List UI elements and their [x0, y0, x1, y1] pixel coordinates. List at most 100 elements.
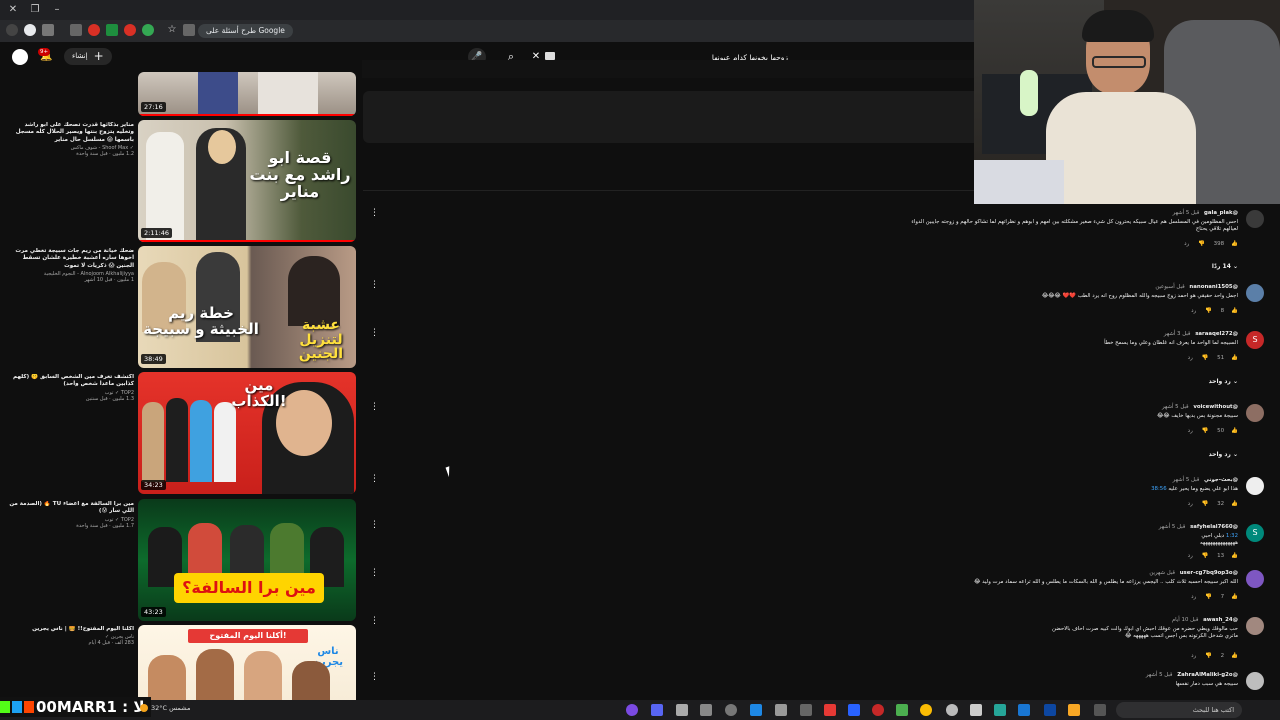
- avatar[interactable]: [1246, 570, 1264, 588]
- thumbs-up-icon[interactable]: 👍: [1231, 501, 1238, 507]
- thumbs-down-icon[interactable]: 👎: [1202, 553, 1209, 559]
- comment-author[interactable]: @user-cg7bq9op3o: [1180, 570, 1238, 576]
- reply-button[interactable]: رد: [1188, 428, 1193, 434]
- comment-author[interactable]: @ZahraAlMaliki-g2o: [1177, 672, 1238, 678]
- thumbs-down-icon[interactable]: 👎: [1205, 594, 1212, 600]
- video-info[interactable]: اكتشف تعرف مين الشخص السابق 🤫 (كلهم كذاب…: [6, 374, 134, 402]
- view-replies-button[interactable]: ⌄ رد واحد: [1209, 451, 1238, 458]
- weather-widget[interactable]: 32°C مشمس: [140, 704, 190, 712]
- close-window-icon[interactable]: ✕: [6, 3, 20, 17]
- thumbs-down-icon[interactable]: 👎: [1202, 428, 1209, 434]
- task-view-icon[interactable]: [1094, 704, 1106, 716]
- comment-author[interactable]: @بحث-جوني: [1204, 477, 1238, 483]
- app-icon[interactable]: [626, 704, 638, 716]
- extension-icon[interactable]: [42, 24, 54, 36]
- comment-author[interactable]: @voicewithout: [1193, 404, 1238, 410]
- more-vertical-icon[interactable]: ⋮: [370, 568, 379, 578]
- avatar[interactable]: [1246, 617, 1264, 635]
- star-bookmark-icon[interactable]: ☆: [166, 24, 178, 36]
- video-thumbnail[interactable]: 27:16: [138, 72, 356, 116]
- video-info[interactable]: أكلنا اليوم المفتوح!! 🍔 | ناس يجرين ناس …: [6, 626, 134, 646]
- file-explorer-icon[interactable]: [1068, 704, 1080, 716]
- minimize-window-icon[interactable]: –: [50, 3, 64, 17]
- more-vertical-icon[interactable]: ⋮: [370, 402, 379, 412]
- video-info[interactable]: مناير بذكائها قدرت تصحك على ابو راشد وتخ…: [6, 122, 134, 157]
- view-replies-button[interactable]: ⌄ رد واحد: [1209, 378, 1238, 385]
- timestamp-link[interactable]: 1:32: [1226, 533, 1238, 539]
- comment-author[interactable]: @safyhelal7660: [1190, 524, 1238, 530]
- video-thumbnail[interactable]: قصة ابو راشد مع بنت مناير 2:11:46: [138, 120, 356, 242]
- profile-icon[interactable]: [6, 24, 18, 36]
- reply-button[interactable]: رد: [1184, 241, 1189, 247]
- video-description-box[interactable]: [363, 91, 974, 143]
- reply-button[interactable]: رد: [1188, 553, 1193, 559]
- thumbs-up-icon[interactable]: 👍: [1231, 241, 1238, 247]
- avatar[interactable]: S: [1246, 524, 1264, 542]
- thumbs-up-icon[interactable]: 👍: [1231, 428, 1238, 434]
- account-avatar[interactable]: [12, 49, 28, 65]
- more-vertical-icon[interactable]: ⋮: [370, 328, 379, 338]
- thumbs-up-icon[interactable]: 👍: [1231, 553, 1238, 559]
- app-icon[interactable]: [775, 704, 787, 716]
- comment-author[interactable]: @awash_24: [1203, 617, 1238, 623]
- thumbs-up-icon[interactable]: 👍: [1231, 355, 1238, 361]
- extension-icon[interactable]: [142, 24, 154, 36]
- comment-author[interactable]: @saraaqel272: [1195, 331, 1238, 337]
- menu-icon[interactable]: [24, 24, 36, 36]
- reply-button[interactable]: رد: [1188, 355, 1193, 361]
- more-vertical-icon[interactable]: ⋮: [370, 208, 379, 218]
- restore-window-icon[interactable]: ❐: [28, 3, 42, 17]
- extension-icon[interactable]: [70, 24, 82, 36]
- video-thumbnail[interactable]: أكلنا اليوم المفتوح! ناس يجرين: [138, 625, 356, 700]
- taskbar-search-input[interactable]: اكتب هنا للبحث: [1116, 702, 1242, 718]
- reply-button[interactable]: رد: [1191, 653, 1196, 659]
- app-icon[interactable]: [676, 704, 688, 716]
- app-icon[interactable]: [1018, 704, 1030, 716]
- more-vertical-icon[interactable]: ⋮: [370, 520, 379, 530]
- youtube-extension-icon[interactable]: [88, 24, 100, 36]
- video-thumbnail[interactable]: مين برا السالفة؟ 43:23: [138, 499, 356, 621]
- app-icon[interactable]: [946, 704, 958, 716]
- app-icon[interactable]: [651, 704, 663, 716]
- record-extension-icon[interactable]: [124, 24, 136, 36]
- avatar[interactable]: [1246, 210, 1264, 228]
- video-thumbnail[interactable]: خطة ريم الخبيثة و سبيجة عشبة لتنزيل الجن…: [138, 246, 356, 368]
- reply-button[interactable]: رد: [1191, 594, 1196, 600]
- app-icon[interactable]: [994, 704, 1006, 716]
- thumbs-down-icon[interactable]: 👎: [1202, 501, 1209, 507]
- more-vertical-icon[interactable]: ⋮: [370, 474, 379, 484]
- thumbs-down-icon[interactable]: 👎: [1205, 653, 1212, 659]
- avatar[interactable]: S: [1246, 331, 1264, 349]
- thumbs-up-icon[interactable]: 👍: [1231, 653, 1238, 659]
- app-icon[interactable]: [896, 704, 908, 716]
- app-icon[interactable]: [700, 704, 712, 716]
- ask-google-chip[interactable]: طرح أسئلة على Google: [198, 24, 293, 38]
- more-vertical-icon[interactable]: ⋮: [370, 280, 379, 290]
- app-icon[interactable]: [824, 704, 836, 716]
- view-replies-button[interactable]: ⌄ 14 ردًا: [1212, 263, 1238, 270]
- keyboard-icon[interactable]: [545, 52, 555, 60]
- comment-author[interactable]: @gala_plak: [1204, 210, 1238, 216]
- reply-button[interactable]: رد: [1191, 308, 1196, 314]
- video-info[interactable]: ضحك خيانة من ريم جات سبيجة تعطي مرت اخوه…: [6, 248, 134, 283]
- app-icon[interactable]: [750, 704, 762, 716]
- thumbs-down-icon[interactable]: 👎: [1205, 308, 1212, 314]
- avatar[interactable]: [1246, 284, 1264, 302]
- app-icon[interactable]: [1044, 704, 1056, 716]
- avatar[interactable]: [1246, 404, 1264, 422]
- create-button[interactable]: إنشاء +: [64, 48, 112, 65]
- reply-button[interactable]: رد: [1188, 501, 1193, 507]
- video-thumbnail[interactable]: مين الكذاب! 34:23: [138, 372, 356, 494]
- app-icon[interactable]: [848, 704, 860, 716]
- thumbs-down-icon[interactable]: 👎: [1198, 241, 1205, 247]
- app-icon[interactable]: [970, 704, 982, 716]
- comment-author[interactable]: @nanonani1505: [1189, 284, 1238, 290]
- thumbs-up-icon[interactable]: 👍: [1231, 308, 1238, 314]
- thumbs-up-icon[interactable]: 👍: [1231, 594, 1238, 600]
- timestamp-link[interactable]: 38:56: [1151, 486, 1167, 492]
- app-icon[interactable]: [725, 704, 737, 716]
- video-info[interactable]: مين برا السالفة مع اعضاء TU 🔥 (الصدمة من…: [6, 501, 134, 529]
- thumbs-down-icon[interactable]: 👎: [1202, 355, 1209, 361]
- chrome-icon[interactable]: [920, 704, 932, 716]
- avatar[interactable]: [1246, 672, 1264, 690]
